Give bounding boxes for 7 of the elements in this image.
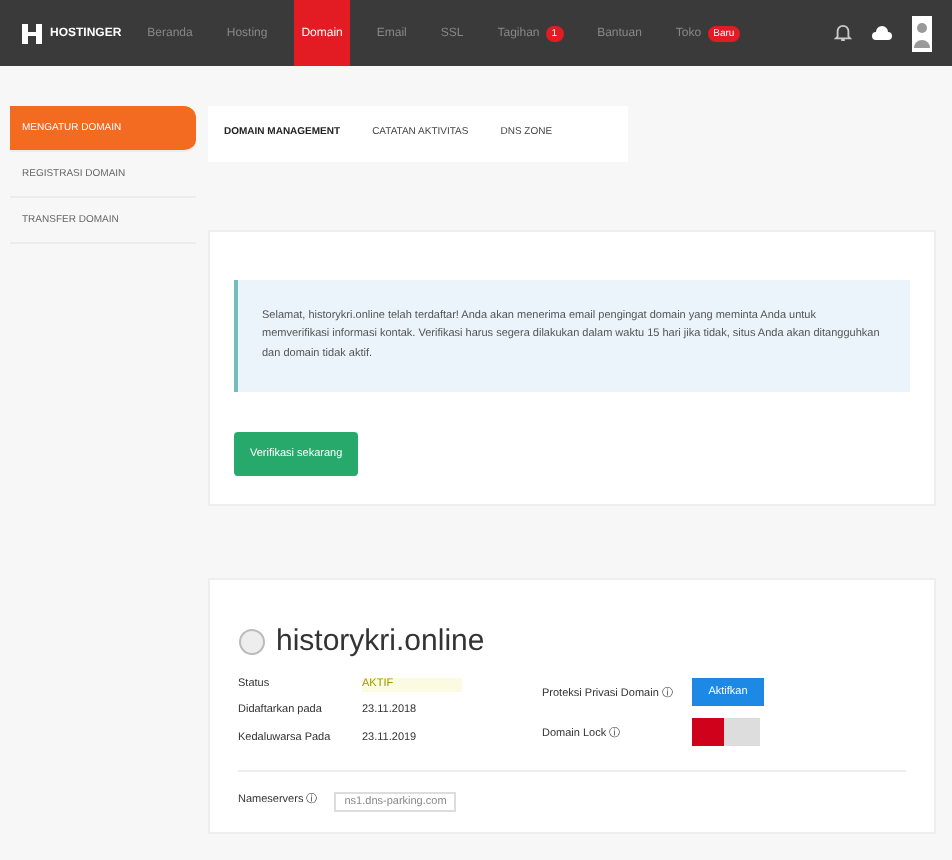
cloud-icon[interactable] [870, 25, 894, 41]
user-icon[interactable] [912, 15, 932, 51]
globe-icon [238, 627, 266, 656]
domain-name: historykri.online [276, 624, 485, 659]
lock-toggle[interactable] [692, 718, 760, 747]
logo-icon [20, 21, 44, 45]
bell-icon[interactable] [834, 24, 852, 42]
